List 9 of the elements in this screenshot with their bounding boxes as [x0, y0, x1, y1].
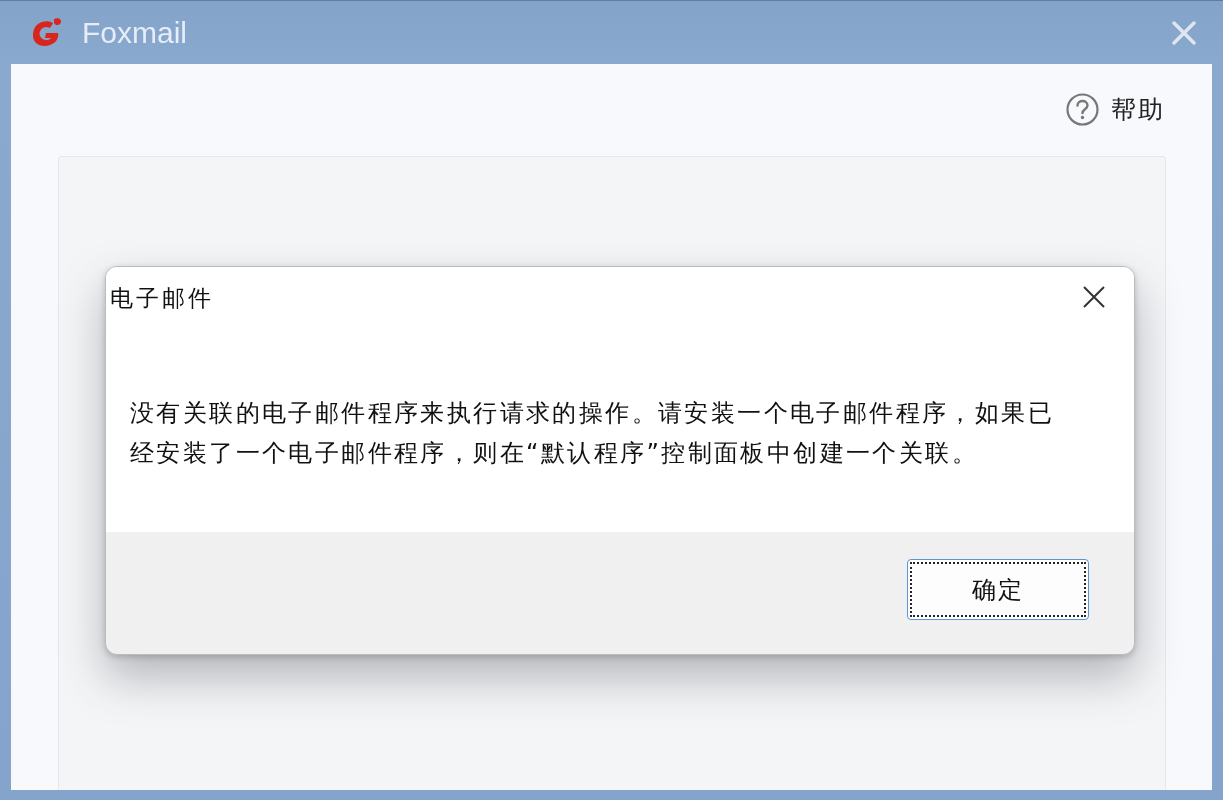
- window-title: Foxmail: [82, 15, 187, 50]
- help-icon[interactable]: [1066, 92, 1099, 126]
- close-icon: [1172, 20, 1196, 45]
- help-link[interactable]: 帮助: [1111, 92, 1165, 126]
- close-icon: [1083, 286, 1105, 308]
- dialog-close-button[interactable]: [1081, 284, 1107, 310]
- ok-button[interactable]: 确定: [907, 559, 1089, 620]
- dialog-title: 电子邮件: [110, 284, 214, 313]
- dialog-message: 没有关联的电子邮件程序来执行请求的操作。请安装一个电子邮件程序，如果已经安装了一个电子邮件程序，则在“默认程序”控制面板中创建一个关联。: [130, 398, 1055, 469]
